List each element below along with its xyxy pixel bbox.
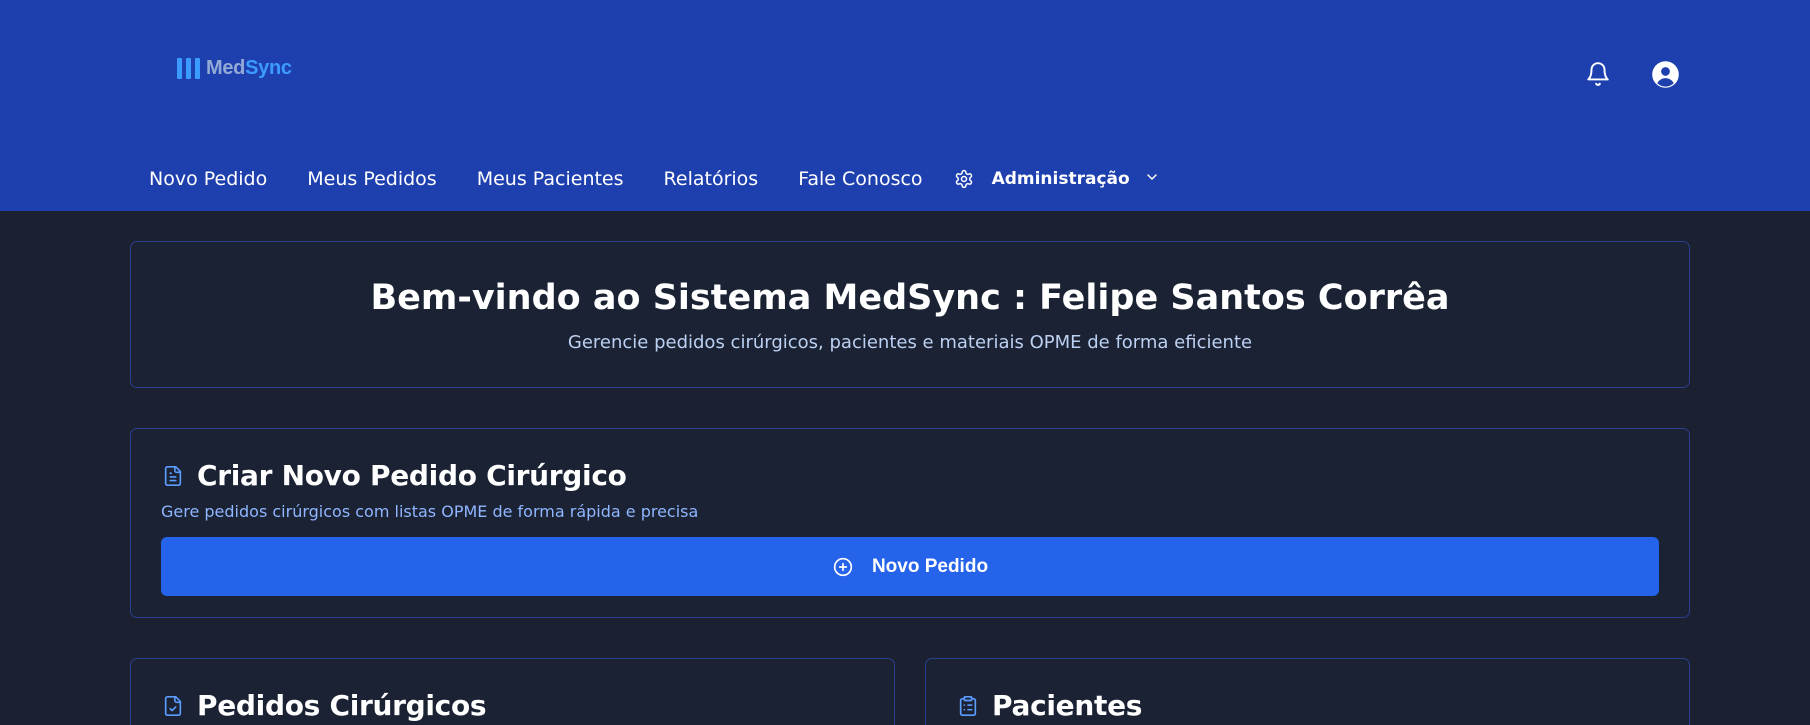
patients-card: Pacientes <box>925 658 1690 725</box>
nav-admin-label: Administração <box>991 169 1130 189</box>
create-order-header: Criar Novo Pedido Cirúrgico <box>161 459 627 492</box>
orders-card: Pedidos Cirúrgicos <box>130 658 895 725</box>
create-order-card: Criar Novo Pedido Cirúrgico Gere pedidos… <box>130 428 1690 618</box>
bell-icon[interactable] <box>1582 58 1614 90</box>
nav-item-meus-pedidos[interactable]: Meus Pedidos <box>307 168 436 190</box>
patients-header: Pacientes <box>956 689 1142 722</box>
plus-circle-icon <box>832 556 854 578</box>
nav-item-fale-conosco[interactable]: Fale Conosco <box>798 168 922 190</box>
logo-text-sync: Sync <box>245 56 292 79</box>
top-header: MedSync Novo Pedido Meus Pedidos Meus Pa… <box>0 0 1810 211</box>
medsync-logo[interactable]: MedSync <box>177 56 292 80</box>
file-text-icon <box>161 463 185 489</box>
gear-icon <box>953 168 975 190</box>
logo-bars-icon <box>177 57 200 79</box>
orders-title: Pedidos Cirúrgicos <box>197 689 487 722</box>
nav-admin-dropdown[interactable]: Administração <box>953 168 1160 190</box>
nav-item-meus-pacientes[interactable]: Meus Pacientes <box>477 168 624 190</box>
nav-item-relatorios[interactable]: Relatórios <box>664 168 759 190</box>
new-order-button-label: Novo Pedido <box>871 555 989 577</box>
welcome-subtitle: Gerencie pedidos cirúrgicos, pacientes e… <box>567 332 1253 353</box>
user-circle-icon[interactable] <box>1649 58 1681 90</box>
logo-text-med: Med <box>206 56 246 79</box>
welcome-title: Bem-vindo ao Sistema MedSync : Felipe Sa… <box>370 278 1450 318</box>
patients-title: Pacientes <box>992 689 1143 722</box>
orders-header: Pedidos Cirúrgicos <box>161 689 487 722</box>
create-order-title: Criar Novo Pedido Cirúrgico <box>197 459 627 492</box>
new-order-button[interactable]: Novo Pedido <box>161 537 1659 596</box>
file-check-icon <box>161 693 185 719</box>
main-nav: Novo Pedido Meus Pedidos Meus Pacientes … <box>149 162 1160 196</box>
create-order-subtitle: Gere pedidos cirúrgicos com listas OPME … <box>161 502 699 521</box>
chevron-down-icon <box>1144 169 1160 189</box>
clipboard-list-icon <box>956 693 980 719</box>
logo-text: MedSync <box>206 57 292 80</box>
welcome-card: Bem-vindo ao Sistema MedSync : Felipe Sa… <box>130 241 1690 388</box>
nav-item-novo-pedido[interactable]: Novo Pedido <box>149 168 267 190</box>
